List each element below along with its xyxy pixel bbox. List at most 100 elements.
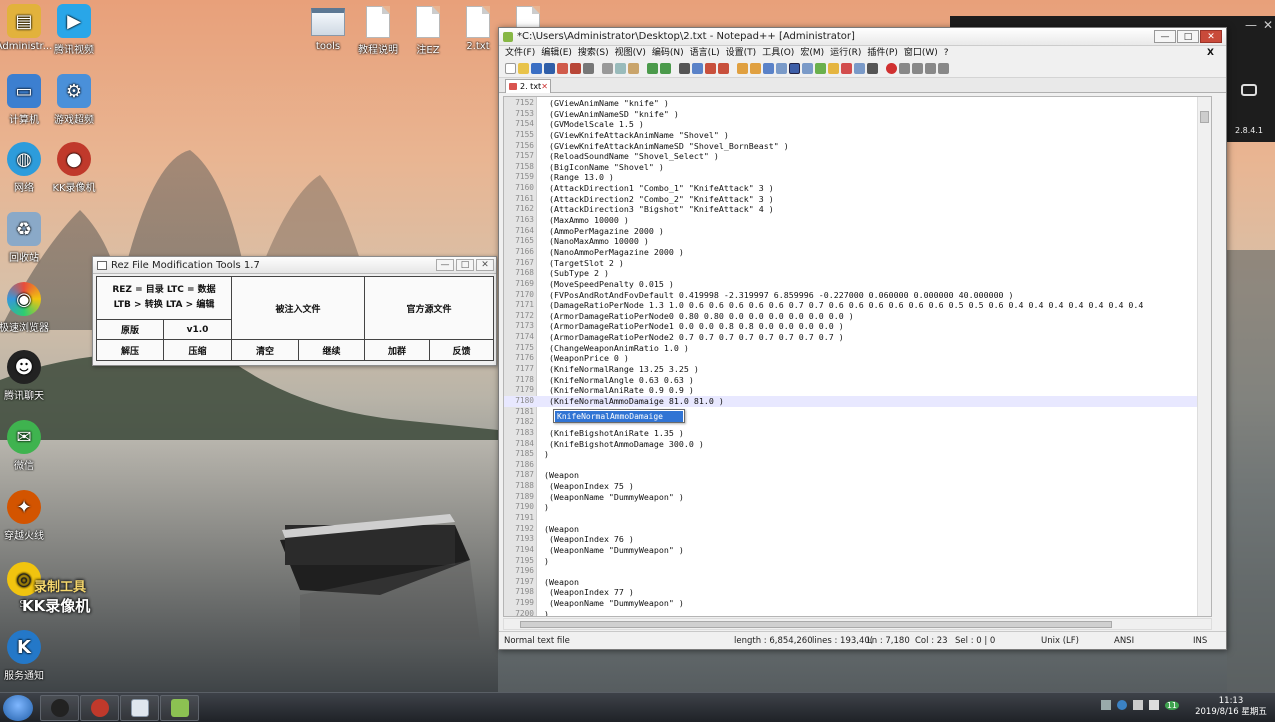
menu-tools[interactable]: 工具(O) bbox=[762, 46, 794, 61]
close-button[interactable]: ✕ bbox=[1200, 30, 1222, 43]
code-line[interactable]: 7174 (ArmorDamageRatioPerNode2 0.7 0.7 0… bbox=[504, 332, 1211, 343]
code-line[interactable]: 7153 (GViewAnimNameSD "knife" ) bbox=[504, 109, 1211, 120]
extract-button[interactable]: 解压 bbox=[96, 339, 164, 361]
desktop-icon-k-app[interactable]: K 服务通知 bbox=[0, 630, 54, 682]
code-line[interactable]: 7200) bbox=[504, 609, 1211, 616]
code-line[interactable]: 7191 bbox=[504, 513, 1211, 524]
autocomplete-item[interactable]: KnifeNormalAmmoDamaige bbox=[555, 411, 683, 422]
clock[interactable]: 11:13 2019/8/16 星期五 bbox=[1191, 696, 1271, 718]
code-line[interactable]: 7187 (Weapon bbox=[504, 470, 1211, 481]
code-line[interactable]: 7193 (WeaponIndex 76 ) bbox=[504, 534, 1211, 545]
code-line[interactable]: 7166 (NanoAmmoPerMagazine 2000 ) bbox=[504, 247, 1211, 258]
record-macro-icon[interactable] bbox=[886, 63, 897, 74]
flag-tray-icon[interactable] bbox=[1148, 700, 1159, 710]
autocomplete-popup[interactable]: KnifeNormalAmmoDamaige bbox=[553, 409, 685, 423]
code-line[interactable]: 7175 (ChangeWeaponAnimRatio 1.0 ) bbox=[504, 343, 1211, 354]
code-line[interactable]: 7168 (SubType 2 ) bbox=[504, 268, 1211, 279]
menu-settings[interactable]: 设置(T) bbox=[726, 46, 757, 61]
sync-vertical-icon[interactable] bbox=[737, 63, 748, 74]
code-line[interactable]: 7162 (AttackDirection3 "Bigshot" "KnifeA… bbox=[504, 204, 1211, 215]
minimize-button[interactable]: — bbox=[1154, 30, 1176, 43]
code-line[interactable]: 7157 (ReloadSoundName "Shovel_Select" ) bbox=[504, 151, 1211, 162]
tab-2-txt[interactable]: 2. txt ✕ bbox=[505, 79, 551, 93]
close-file-icon[interactable] bbox=[557, 63, 568, 74]
run-macro-multiple-icon[interactable] bbox=[925, 63, 936, 74]
horizontal-scroll-thumb[interactable] bbox=[520, 621, 1112, 628]
code-line[interactable]: 7159 (Range 13.0 ) bbox=[504, 172, 1211, 183]
code-line[interactable]: 7197 (Weapon bbox=[504, 577, 1211, 588]
close-button[interactable]: ✕ bbox=[476, 259, 494, 271]
minimize-icon[interactable]: — bbox=[1245, 18, 1257, 32]
code-editor[interactable]: 7152 (GViewAnimName "knife" ) 7153 (GView… bbox=[503, 96, 1212, 617]
close-icon[interactable]: ✕ bbox=[1263, 18, 1273, 32]
code-line[interactable]: 7179 (KnifeNormalAniRate 0.9 0.9 ) bbox=[504, 385, 1211, 396]
code-line[interactable]: 7188 (WeaponIndex 75 ) bbox=[504, 481, 1211, 492]
tab-close-icon[interactable]: ✕ bbox=[541, 80, 548, 93]
join-group-button[interactable]: 加群 bbox=[364, 339, 430, 361]
feedback-button[interactable]: 反馈 bbox=[429, 339, 494, 361]
code-line[interactable]: 7195) bbox=[504, 556, 1211, 567]
maximize-button[interactable]: □ bbox=[1177, 30, 1199, 43]
code-line[interactable]: 7172 (ArmorDamageRatioPerNode0 0.80 0.80… bbox=[504, 311, 1211, 322]
code-line[interactable]: 7163 (MaxAmmo 10000 ) bbox=[504, 215, 1211, 226]
desktop-icon-wechat[interactable]: ✉ 微信 bbox=[0, 420, 54, 472]
taskbar-item-explorer[interactable] bbox=[120, 695, 159, 721]
replace-icon[interactable] bbox=[692, 63, 703, 74]
vertical-scroll-thumb[interactable] bbox=[1200, 111, 1209, 123]
menu-run[interactable]: 运行(R) bbox=[830, 46, 861, 61]
taskbar-item-notepad[interactable] bbox=[160, 695, 199, 721]
menu-file[interactable]: 文件(F) bbox=[505, 46, 535, 61]
menu-help[interactable]: ? bbox=[944, 46, 949, 61]
rez-tool-window[interactable]: Rez File Modification Tools 1.7 — □ ✕ RE… bbox=[92, 256, 497, 366]
code-line[interactable]: 7170 (FVPosAndRotAndFovDefault 0.419998 … bbox=[504, 290, 1211, 301]
continue-button[interactable]: 继续 bbox=[298, 339, 365, 361]
code-line[interactable]: 7164 (AmmoPerMagazine 2000 ) bbox=[504, 226, 1211, 237]
code-line[interactable]: 7183 (KnifeBigshotAniRate 1.35 ) bbox=[504, 428, 1211, 439]
redo-icon[interactable] bbox=[660, 63, 671, 74]
save-all-icon[interactable] bbox=[544, 63, 555, 74]
function-list-icon[interactable] bbox=[828, 63, 839, 74]
security-tray-icon[interactable] bbox=[1116, 700, 1127, 710]
indent-guide-icon[interactable] bbox=[789, 63, 800, 74]
code-line[interactable]: 7155 (GViewKnifeAttackAnimName "Shovel" … bbox=[504, 130, 1211, 141]
undo-icon[interactable] bbox=[647, 63, 658, 74]
sync-horizontal-icon[interactable] bbox=[750, 63, 761, 74]
compress-button[interactable]: 压缩 bbox=[163, 339, 232, 361]
code-line[interactable]: 7160 (AttackDirection1 "Combo_1" "KnifeA… bbox=[504, 183, 1211, 194]
code-line[interactable]: 7185) bbox=[504, 449, 1211, 460]
npp-titlebar[interactable]: *C:\Users\Administrator\Desktop\2.txt - … bbox=[499, 28, 1226, 46]
desktop-icon-crossfire[interactable]: ✦ 穿越火线 bbox=[0, 490, 54, 542]
code-line[interactable]: 7176 (WeaponPrice 0 ) bbox=[504, 353, 1211, 364]
eye-icon[interactable] bbox=[867, 63, 878, 74]
udl-icon[interactable] bbox=[802, 63, 813, 74]
code-line[interactable]: 7199 (WeaponName "DummyWeapon" ) bbox=[504, 598, 1211, 609]
code-line[interactable]: 7190) bbox=[504, 502, 1211, 513]
monitor-icon[interactable] bbox=[854, 63, 865, 74]
notepad-plus-plus-window[interactable]: *C:\Users\Administrator\Desktop\2.txt - … bbox=[498, 27, 1227, 650]
copy-icon[interactable] bbox=[615, 63, 626, 74]
open-file-icon[interactable] bbox=[518, 63, 529, 74]
menu-language[interactable]: 语言(L) bbox=[690, 46, 720, 61]
volume-tray-icon[interactable] bbox=[1132, 700, 1143, 710]
desktop-icon-browser[interactable]: ◉ 极速浏览器 bbox=[0, 282, 54, 334]
rez-window-titlebar[interactable]: Rez File Modification Tools 1.7 — □ ✕ bbox=[93, 257, 496, 274]
menu-window[interactable]: 窗口(W) bbox=[904, 46, 938, 61]
code-line[interactable]: 7167 (TargetSlot 2 ) bbox=[504, 258, 1211, 269]
word-wrap-icon[interactable] bbox=[763, 63, 774, 74]
code-line[interactable]: 7171 (DamageRatioPerNode 1.3 1.0 0.6 0.6… bbox=[504, 300, 1211, 311]
code-line[interactable]: 7156 (GViewKnifeAttackAnimNameSD "Shovel… bbox=[504, 141, 1211, 152]
play-macro-icon[interactable] bbox=[912, 63, 923, 74]
close-all-icon[interactable] bbox=[570, 63, 581, 74]
taskbar-item-game[interactable] bbox=[40, 695, 79, 721]
code-line[interactable]: 7186 bbox=[504, 460, 1211, 471]
show-all-chars-icon[interactable] bbox=[776, 63, 787, 74]
original-mode-label[interactable]: 原版 bbox=[96, 319, 164, 340]
desktop-icon-kk-recorder[interactable]: ● KK录像机 bbox=[44, 142, 104, 194]
code-line[interactable]: 7177 (KnifeNormalRange 13.25 3.25 ) bbox=[504, 364, 1211, 375]
menu-search[interactable]: 搜索(S) bbox=[578, 46, 609, 61]
zoom-in-icon[interactable] bbox=[705, 63, 716, 74]
menu-encoding[interactable]: 编码(N) bbox=[652, 46, 684, 61]
save-macro-icon[interactable] bbox=[938, 63, 949, 74]
code-line[interactable]: 7173 (ArmorDamageRatioPerNode1 0.0 0.0 0… bbox=[504, 321, 1211, 332]
paste-icon[interactable] bbox=[628, 63, 639, 74]
